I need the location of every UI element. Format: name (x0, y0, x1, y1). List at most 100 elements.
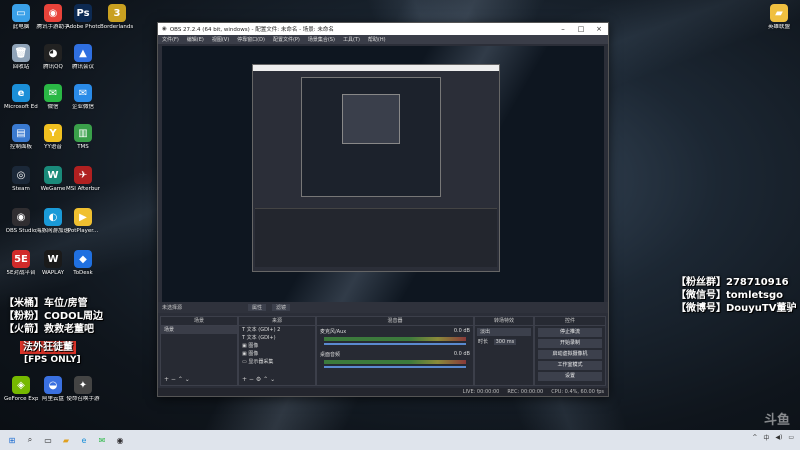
aliyun-drive-icon: ◒ (44, 376, 62, 394)
wecom-icon: ✉ (74, 84, 92, 102)
desktop-shortcut[interactable]: ◉ 腾讯手游助手 (36, 4, 70, 31)
desktop-shortcut[interactable]: ◐ 海豚网游加速器5.0 (36, 208, 70, 235)
menu-file[interactable]: 文件(F) (162, 36, 179, 43)
task-view-icon[interactable]: ▭ (42, 434, 54, 446)
desktop-shortcut-label: GeForce Experience (4, 396, 38, 402)
menu-scene-collection[interactable]: 场景集合(S) (308, 36, 335, 43)
windows-start-icon[interactable]: ⊞ (6, 434, 18, 446)
desktop-shortcut-label: YY语音 (44, 144, 62, 150)
obs-icon[interactable]: ◉ (114, 434, 126, 446)
desktop-shortcut-label: WeGame (40, 186, 66, 192)
desktop-shortcut-label: 企业微信 (71, 104, 94, 110)
obs-window[interactable]: ◉ OBS 27.2.4 (64 bit, windows) - 配置文件: 未… (157, 22, 609, 397)
filters-button[interactable]: 滤镜 (272, 304, 291, 311)
menu-edit[interactable]: 编辑(E) (187, 36, 204, 43)
source-item[interactable]: T 文本 (GDI+) (239, 334, 315, 342)
settings-button[interactable]: 设置 (538, 372, 602, 381)
desktop-shortcut[interactable]: ✈ MSI Afterburner (66, 166, 100, 193)
desktop-shortcut[interactable]: Y YY语音 (36, 124, 70, 151)
close-button[interactable]: × (590, 25, 608, 33)
volume-slider[interactable] (324, 343, 466, 345)
tray-overflow-icon[interactable]: ^ (752, 434, 757, 441)
menu-help[interactable]: 帮助(H) (368, 36, 386, 43)
desktop-shortcut[interactable]: ◕ 腾讯QQ (36, 44, 70, 71)
yy-icon: Y (44, 124, 62, 142)
overlay-line: 【微博号】DouyuTV董驴 (676, 303, 797, 314)
potplayer-icon: ▶ (74, 208, 92, 226)
desktop-shortcut[interactable]: W WeGame (36, 166, 70, 193)
source-item[interactable]: ▣ 图像 (239, 342, 315, 350)
obs-titlebar[interactable]: ◉ OBS 27.2.4 (64 bit, windows) - 配置文件: 未… (158, 23, 608, 35)
desktop-shortcut[interactable]: ▰ 英雄联盟 (762, 4, 796, 31)
desktop-shortcut[interactable]: ✉ 企业微信 (66, 84, 100, 111)
desktop-shortcut-label: 腾讯QQ (43, 64, 63, 70)
desktop-shortcut[interactable]: ◎ Steam (4, 166, 38, 193)
desktop-shortcut[interactable]: 3 Borderlands 3 (100, 4, 134, 31)
obs-preview-canvas[interactable] (162, 46, 604, 311)
desktop-shortcut-label: 控制面板 (9, 144, 32, 150)
desktop-shortcut[interactable]: Ps Adobe Photosh... (66, 4, 100, 31)
desktop-shortcut[interactable]: 🗑 回收站 (4, 44, 38, 71)
desktop-shortcut[interactable]: ▶ PotPlayer... (66, 208, 100, 235)
desktop-shortcut[interactable]: ▤ 控制面板 (4, 124, 38, 151)
source-item[interactable]: ▣ 图像 (239, 350, 315, 358)
desktop-shortcut[interactable]: ◉ OBS Studio (4, 208, 38, 235)
source-item[interactable]: T 文本 (GDI+) 2 (239, 326, 315, 334)
desktop-shortcut[interactable]: e Microsoft Edge (4, 84, 38, 111)
desktop-shortcut[interactable]: W WAPLAY (36, 250, 70, 277)
overlay-line: 【火箭】救救老董吧 (4, 324, 94, 335)
desktop-shortcut-label: 腾讯手游助手 (36, 24, 70, 30)
douyu-watermark: 斗鱼 (763, 413, 790, 428)
nested-obs-preview (252, 64, 500, 272)
wechat-icon: ✉ (44, 84, 62, 102)
desktop-shortcut-label: 此电脑 (12, 24, 30, 30)
volume-slider[interactable] (324, 366, 466, 368)
file-explorer-icon[interactable]: ▰ (60, 434, 72, 446)
volume-icon[interactable]: ◀) (775, 434, 782, 441)
sources-toolbar[interactable]: + − ⚙ ⌃ ⌄ (242, 376, 275, 383)
scene-item[interactable]: 场景 (161, 326, 237, 334)
tms-icon: ▥ (74, 124, 92, 142)
desktop-shortcut-label: ToDesk (73, 270, 93, 276)
obs-title-icon: ◉ (162, 26, 167, 32)
properties-button[interactable]: 属性 (248, 304, 267, 311)
minimize-button[interactable]: – (554, 25, 572, 33)
scenes-toolbar[interactable]: + − ⌃ ⌄ (164, 376, 190, 383)
studio-mode-button[interactable]: 工作室模式 (538, 361, 602, 370)
menu-tools[interactable]: 工具(T) (343, 36, 360, 43)
5e-platform-icon: 5E (12, 250, 30, 268)
transition-duration[interactable]: 时长 300 ms (475, 338, 533, 346)
todesk-icon: ◆ (74, 250, 92, 268)
desktop-shortcut[interactable]: ✉ 微信 (36, 84, 70, 111)
menu-profile[interactable]: 配置文件(P) (273, 36, 300, 43)
desktop-shortcut[interactable]: ▥ TMS (66, 124, 100, 151)
ime-indicator[interactable]: 中 (763, 433, 769, 442)
desktop-shortcut[interactable]: ◒ 阿里云盘 (36, 376, 70, 403)
wechat-icon[interactable]: ✉ (96, 434, 108, 446)
desktop-shortcut[interactable]: ✦ 使命召唤手游 (66, 376, 100, 403)
channel-name: 麦克风/Aux (320, 329, 347, 335)
start-virtual-camera-button[interactable]: 启动虚拟摄像机 (538, 350, 602, 359)
transitions-header: 转场特效 (475, 317, 533, 326)
desktop-shortcut[interactable]: ◆ ToDesk (66, 250, 100, 277)
desktop-shortcut-label: WAPLAY (41, 270, 65, 276)
source-item[interactable]: ▭ 显示器采集 (239, 358, 315, 366)
desktop-shortcut[interactable]: ▲ 腾讯会议 (66, 44, 100, 71)
transition-select[interactable]: 淡出 (477, 328, 531, 336)
notification-icon[interactable]: ▭ (788, 434, 794, 441)
desktop-shortcut[interactable]: ▭ 此电脑 (4, 4, 38, 31)
desktop-shortcut[interactable]: ◈ GeForce Experience (4, 376, 38, 403)
edge-icon[interactable]: e (78, 434, 90, 446)
menu-view[interactable]: 视图(V) (212, 36, 229, 43)
dolphin-accelerator-icon: ◐ (44, 208, 62, 226)
stop-streaming-button[interactable]: 停止推流 (538, 328, 602, 337)
menu-docks[interactable]: 停靠窗口(D) (237, 36, 265, 43)
maximize-button[interactable]: □ (572, 25, 590, 33)
wegame-icon: W (44, 166, 62, 184)
search-icon[interactable]: ⌕ (24, 434, 36, 446)
sources-header: 来源 (239, 317, 315, 326)
desktop-shortcut[interactable]: 5E 5E对战平台 (4, 250, 38, 277)
start-recording-button[interactable]: 开始录制 (538, 339, 602, 348)
no-source-label: 未选择源 (162, 305, 183, 311)
audio-mixer-dock: 混音器 麦克风/Aux 0.0 dB 桌面音频 0.0 dB (316, 316, 474, 386)
